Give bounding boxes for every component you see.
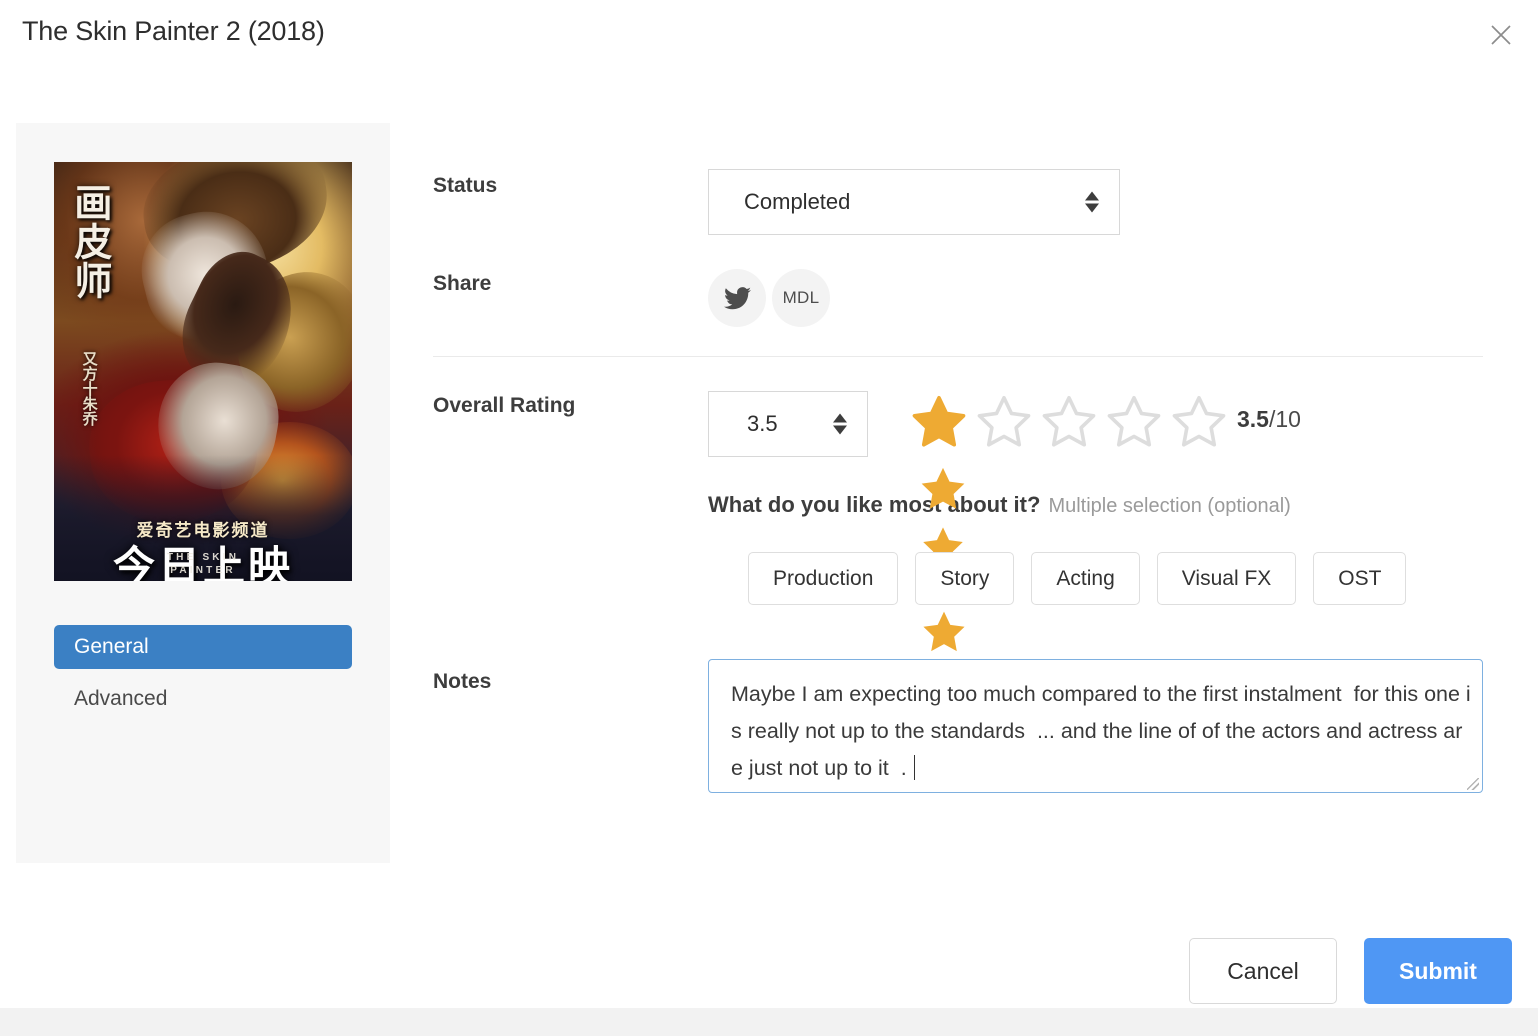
notes-value: Maybe I am expecting too much compared t… [731,682,1471,780]
notes-text-content: Maybe I am expecting too much compared t… [731,676,1472,787]
chevron-up-icon [833,413,847,423]
section-divider [433,356,1483,357]
status-label: Status [433,174,498,197]
modal-footer: Cancel Submit [1189,938,1512,1004]
tag-label: Acting [1056,566,1115,590]
tag-acting[interactable]: Acting [1031,552,1140,605]
share-label: Share [433,272,492,295]
star-icon-overflow [923,611,965,652]
chevron-down-icon [1085,203,1099,213]
share-buttons: MDL [708,269,830,327]
overall-rating-label: Overall Rating [433,394,576,417]
star-icon-empty[interactable] [973,391,1035,453]
rating-input[interactable]: 3.5 [708,391,868,457]
mdl-share-button[interactable]: MDL [772,269,830,327]
status-value: Completed [744,189,851,214]
tag-visual-fx[interactable]: Visual FX [1156,552,1297,605]
chevron-down-icon [833,425,847,435]
star-icon-empty[interactable] [1168,391,1230,453]
notes-label: Notes [433,670,492,693]
text-cursor [913,755,915,780]
rating-value: 3.5 [747,411,778,436]
like-most-question: What do you like most about it? Multiple … [708,492,1291,518]
star-icon-empty[interactable] [1103,391,1165,453]
page-backdrop [0,1008,1538,1036]
rating-score-text: 3.5/10 [1237,406,1301,433]
star-rating[interactable] [908,391,1230,453]
chevron-up-icon [1085,191,1099,201]
like-most-question-text: What do you like most about it? [708,492,1041,517]
like-most-hint: Multiple selection (optional) [1048,495,1291,517]
like-most-tags: Production Story Acting Visual FX OST [748,552,1407,605]
star-icon-filled[interactable] [908,391,970,453]
twitter-share-button[interactable] [708,269,766,327]
notes-textarea[interactable]: Maybe I am expecting too much compared t… [708,659,1483,793]
status-spinner-icon[interactable] [1085,191,1099,213]
form-content: Status Completed Share MDL Overall Ratin… [0,0,1538,1036]
tag-label: Visual FX [1181,566,1272,590]
tag-story[interactable]: Story [915,552,1015,605]
mdl-share-label: MDL [782,288,820,307]
status-select[interactable]: Completed [708,169,1120,235]
tag-label: Production [773,566,874,590]
cancel-button[interactable]: Cancel [1189,938,1337,1004]
submit-button-label: Submit [1399,957,1477,984]
rating-score-value: 3.5 [1237,406,1269,432]
submit-button[interactable]: Submit [1364,938,1512,1004]
resize-handle[interactable] [1467,778,1479,790]
tag-ost[interactable]: OST [1313,552,1407,605]
tag-label: Story [940,566,990,590]
tag-production[interactable]: Production [748,552,899,605]
rating-score-scale: /10 [1268,406,1301,432]
star-icon-empty[interactable] [1038,391,1100,453]
twitter-icon [723,286,751,309]
tag-label: OST [1338,566,1382,590]
cancel-button-label: Cancel [1227,957,1299,984]
rating-spinner-icon[interactable] [833,413,847,435]
edit-entry-modal: The Skin Painter 2 (2018) 画皮师 又方十朱乔 爱奇艺电… [0,0,1538,1036]
